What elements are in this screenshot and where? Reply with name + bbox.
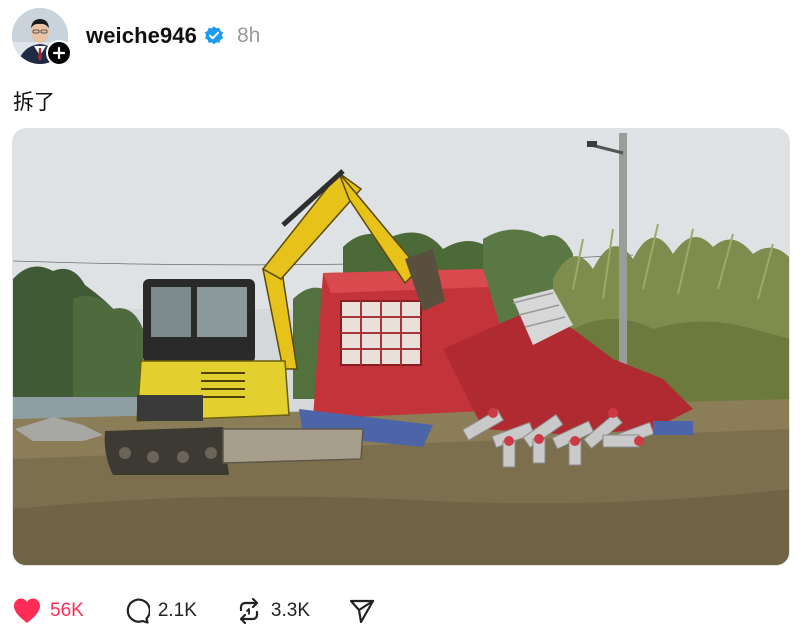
threads-post: weiche946 8h 拆了 56K 2.1K 3.3K — [0, 0, 800, 634]
repost-button[interactable]: 3.3K — [235, 597, 310, 625]
post-caption: 拆了 — [13, 91, 55, 114]
like-count: 56K — [50, 600, 84, 621]
username[interactable]: weiche946 — [86, 23, 197, 49]
reply-button[interactable]: 2.1K — [122, 597, 197, 625]
like-button[interactable]: 56K — [12, 597, 84, 625]
post-actions: 56K 2.1K 3.3K — [12, 594, 414, 628]
verified-badge-icon — [205, 26, 223, 45]
post-header: weiche946 8h — [12, 8, 261, 66]
repost-count: 3.3K — [270, 600, 310, 621]
repost-icon — [239, 597, 259, 625]
reply-count: 2.1K — [157, 600, 197, 621]
follow-button[interactable] — [46, 40, 72, 66]
post-image[interactable] — [12, 128, 790, 566]
plus-icon — [53, 47, 65, 59]
send-icon — [349, 599, 375, 624]
avatar-container[interactable] — [12, 8, 72, 66]
post-timestamp: 8h — [236, 24, 261, 47]
heart-icon — [14, 598, 40, 623]
share-button[interactable] — [348, 597, 376, 625]
reply-icon — [126, 598, 150, 624]
